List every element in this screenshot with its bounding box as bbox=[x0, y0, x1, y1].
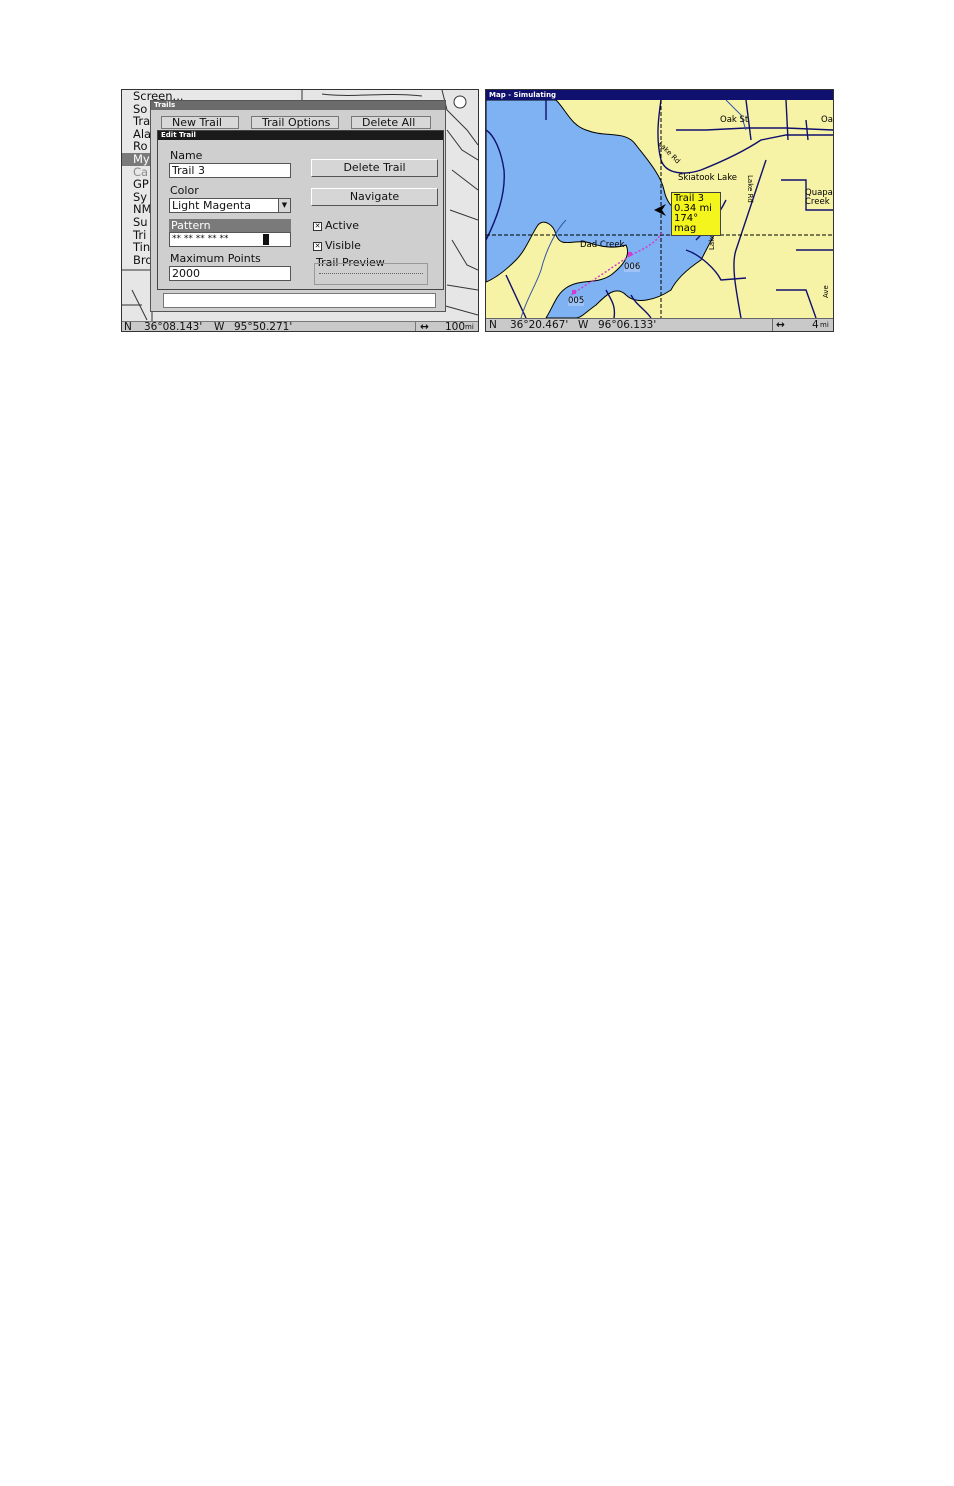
trails-list[interactable] bbox=[163, 293, 436, 308]
checkbox-check-icon: ✕ bbox=[313, 242, 322, 251]
label-ave: Ave bbox=[822, 285, 830, 298]
pattern-cursor bbox=[263, 234, 269, 245]
label-lake-rd-top: Lake Rd bbox=[746, 175, 754, 203]
status-bar: N 36°08.143' W 95°50.271' ↔ 100 mi bbox=[122, 321, 478, 332]
waypoint-icon[interactable] bbox=[572, 290, 576, 294]
label-oak-st: Oak St bbox=[720, 115, 749, 125]
waypoint-005-label: 005 bbox=[568, 296, 585, 306]
zoom-unit: mi bbox=[820, 321, 829, 329]
color-select[interactable]: Light Magenta ▼ bbox=[169, 198, 291, 213]
new-trail-button[interactable]: New Trail bbox=[161, 116, 239, 129]
checkbox-check-icon: ✕ bbox=[313, 222, 322, 231]
lon-hemisphere: W bbox=[214, 321, 225, 332]
color-label: Color bbox=[170, 184, 199, 197]
label-oak-right: Oa bbox=[821, 115, 833, 125]
longitude: 96°06.133' bbox=[598, 319, 657, 331]
zoom-value: 4 bbox=[812, 319, 819, 331]
trail-preview-box bbox=[314, 263, 428, 285]
pattern-field[interactable]: ** ** ** ** ** bbox=[169, 232, 291, 247]
zoom-arrow-icon: ↔ bbox=[776, 319, 785, 331]
latitude: 36°20.467' bbox=[510, 319, 569, 331]
max-points-label: Maximum Points bbox=[170, 252, 261, 265]
trail-options-button[interactable]: Trail Options bbox=[251, 116, 339, 129]
longitude: 95°50.271' bbox=[234, 321, 293, 332]
active-label: Active bbox=[325, 219, 360, 232]
lake-map[interactable] bbox=[486, 100, 833, 318]
visible-checkbox[interactable]: ✕ Visible bbox=[313, 239, 361, 252]
delete-trail-button[interactable]: Delete Trail bbox=[311, 159, 438, 177]
lat-hemisphere: N bbox=[124, 321, 132, 332]
pattern-label: Pattern bbox=[169, 219, 291, 232]
name-label: Name bbox=[170, 149, 203, 162]
lon-hemisphere: W bbox=[578, 319, 589, 331]
zoom-divider bbox=[415, 322, 416, 331]
waypoint-006-label: 006 bbox=[624, 262, 641, 272]
zoom-unit: mi bbox=[465, 323, 474, 331]
trail-preview-line bbox=[319, 273, 423, 274]
zoom-arrow-icon: ↔ bbox=[420, 321, 429, 332]
latitude: 36°08.143' bbox=[144, 321, 203, 332]
map-status-bar: N 36°20.467' W 96°06.133' ↔ 4 mi bbox=[486, 318, 833, 331]
navigate-button[interactable]: Navigate bbox=[311, 188, 438, 206]
name-field[interactable]: Trail 3 bbox=[169, 163, 291, 178]
edit-trail-title: Edit Trail bbox=[158, 131, 443, 140]
label-dad-creek: Dad Creek bbox=[580, 240, 625, 250]
active-checkbox[interactable]: ✕ Active bbox=[313, 219, 359, 232]
trail-info-popup: Trail 3 0.34 mi 174° mag bbox=[671, 192, 721, 236]
delete-all-button[interactable]: Delete All bbox=[351, 116, 431, 129]
popup-bearing: 174° mag bbox=[674, 213, 699, 234]
trails-title: Trails bbox=[151, 101, 445, 110]
map-title-bar: Map - Simulating bbox=[486, 90, 833, 100]
right-screen: Map - Simulating Oak St Oa Skiatook Lake… bbox=[485, 89, 834, 332]
zoom-value: 100 bbox=[445, 321, 466, 332]
pattern-value: ** ** ** ** ** bbox=[172, 234, 229, 244]
max-points-field[interactable]: 2000 bbox=[169, 266, 291, 281]
label-creek: Creek bbox=[805, 197, 830, 207]
label-skiatook-lake: Skiatook Lake bbox=[678, 173, 738, 183]
visible-label: Visible bbox=[325, 239, 361, 252]
zoom-divider bbox=[772, 319, 773, 331]
waypoint-icon[interactable] bbox=[628, 252, 632, 256]
chevron-down-icon[interactable]: ▼ bbox=[278, 199, 290, 212]
left-screen: Screen... So Tra Ala Ro My Ca GP Sy NM Su Tri Tin Bro… bbox=[121, 89, 479, 332]
edit-trail-dialog: Edit Trail Name Trail 3 Color Light Mage… bbox=[157, 130, 444, 290]
lat-hemisphere: N bbox=[489, 319, 497, 331]
color-value: Light Magenta bbox=[172, 199, 251, 212]
